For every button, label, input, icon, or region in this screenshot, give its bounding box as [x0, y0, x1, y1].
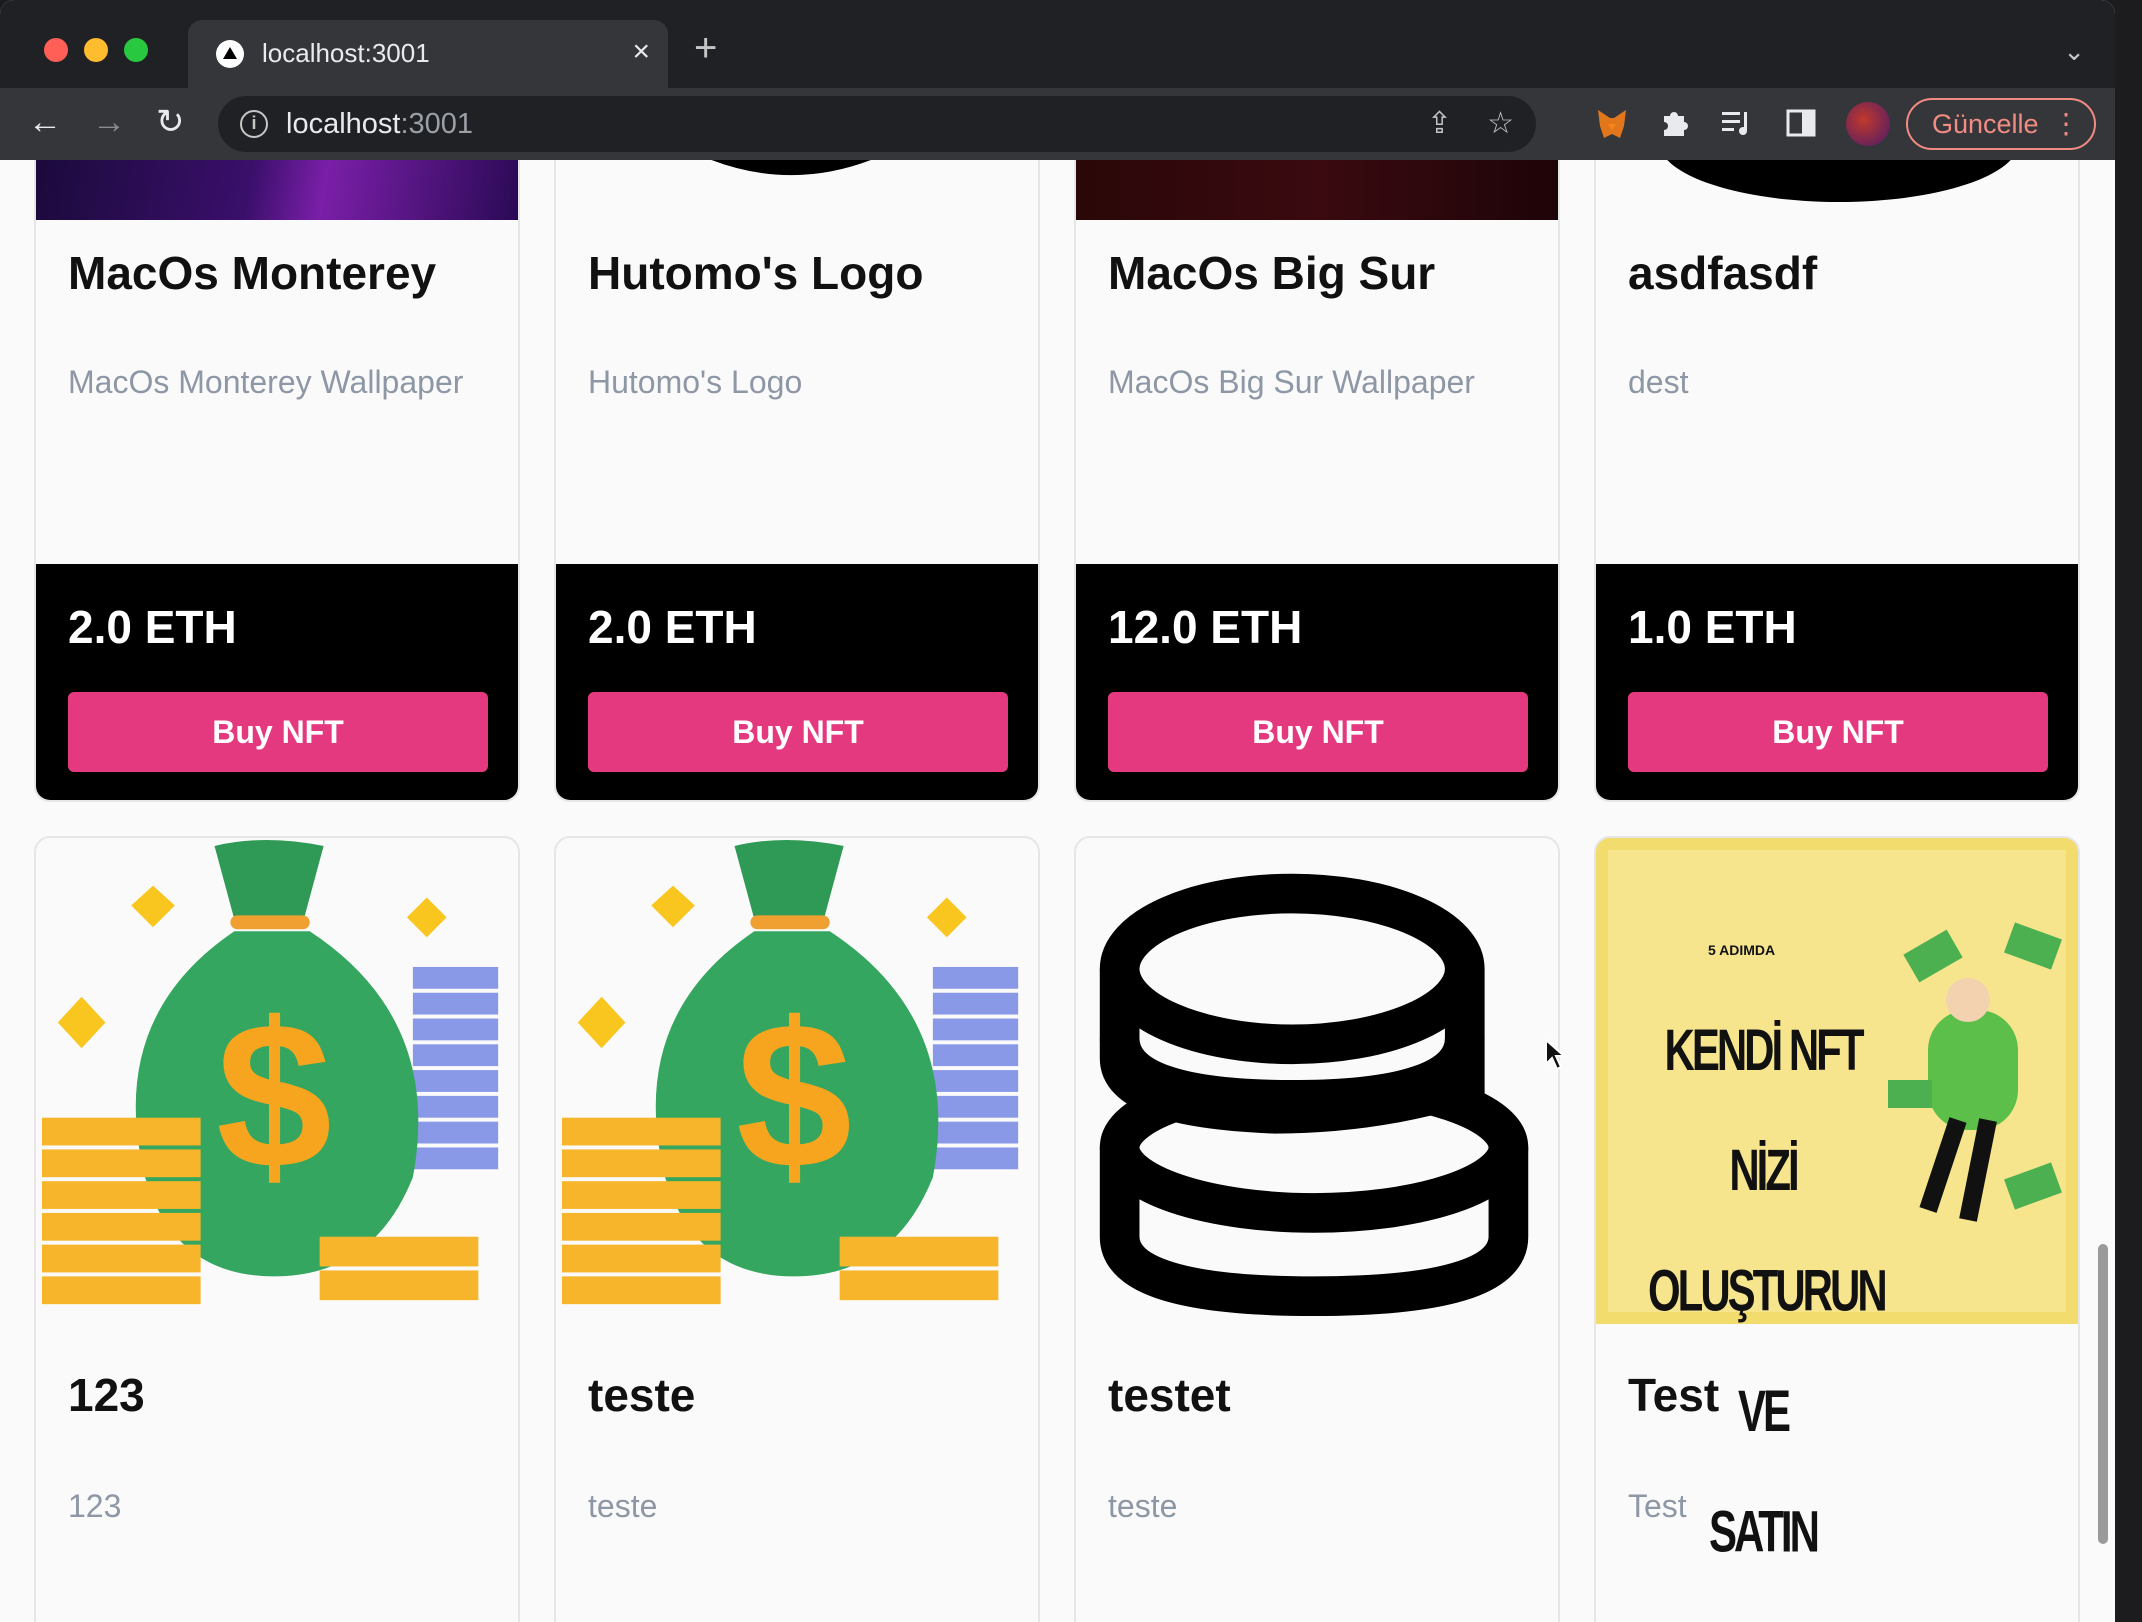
nft-card: testet teste [1074, 836, 1560, 1622]
vertical-scrollbar[interactable] [2098, 1244, 2108, 1544]
menu-dots-icon[interactable]: ⋮ [2052, 100, 2080, 148]
nft-name: Hutomo's Logo [588, 247, 924, 299]
nft-name: testet [1108, 1369, 1231, 1421]
nft-name: Test [1628, 1369, 1720, 1421]
nft-image [1667, 160, 2011, 202]
coins-stack-icon [1099, 873, 1529, 1317]
nft-card: MacOs Monterey MacOs Monterey Wallpaper … [34, 160, 520, 802]
nft-description: MacOs Monterey Wallpaper [68, 364, 464, 400]
nft-description: teste [1108, 1488, 1178, 1524]
window-controls [44, 38, 148, 62]
update-label: Güncelle [1932, 109, 2039, 139]
svg-text:$: $ [216, 979, 332, 1212]
nft-footer: 12.0 ETH Buy NFT [1076, 564, 1558, 800]
minimize-window-button[interactable] [84, 38, 108, 62]
browser-window: localhost:3001 × + ⌄ ← → ↻ i localhost:3… [0, 0, 2115, 1622]
url-host: localhost [286, 108, 401, 140]
profile-avatar[interactable] [1846, 102, 1890, 146]
address-bar[interactable]: i localhost:3001 ⇪ ☆ [218, 96, 1536, 152]
url-port: :3001 [400, 108, 474, 140]
nft-image: 5 ADIMDA KENDİ NFT NİZİ OLUŞTURUN VE SAT… [1596, 838, 2078, 1564]
page-viewport: MacOs Monterey MacOs Monterey Wallpaper … [0, 160, 2115, 1622]
money-bag-icon: $ [41, 840, 499, 1305]
nft-description: teste [588, 1488, 658, 1524]
close-icon[interactable]: × [632, 34, 650, 70]
nft-card: $ 123 123 [34, 836, 520, 1622]
share-icon[interactable]: ⇪ [1427, 106, 1452, 141]
buy-nft-button[interactable]: Buy NFT [588, 692, 1008, 772]
nft-description: 123 [68, 1488, 122, 1524]
nft-card: MacOs Big Sur MacOs Big Sur Wallpaper 12… [1074, 160, 1560, 802]
triangle-favicon-icon [216, 40, 244, 68]
reload-button[interactable]: ↻ [156, 102, 185, 142]
new-tab-button[interactable]: + [694, 28, 717, 68]
nft-description: Test [1628, 1488, 1687, 1524]
mouse-cursor-icon [1545, 1038, 1566, 1071]
nft-card: 5 ADIMDA KENDİ NFT NİZİ OLUŞTURUN VE SAT… [1594, 836, 2080, 1622]
nft-description: Hutomo's Logo [588, 364, 803, 400]
nft-image [711, 160, 871, 175]
chevron-down-icon[interactable]: ⌄ [2063, 36, 2085, 67]
nft-name: MacOs Big Sur [1108, 247, 1436, 299]
url-text: localhost:3001 [286, 108, 473, 141]
back-button[interactable]: ← [28, 102, 62, 142]
nft-name: teste [588, 1369, 696, 1421]
buy-nft-button[interactable]: Buy NFT [68, 692, 488, 772]
nft-name: MacOs Monterey [68, 247, 437, 299]
close-window-button[interactable] [44, 38, 68, 62]
nft-card: $ teste teste [554, 836, 1040, 1622]
browser-toolbar: ← → ↻ i localhost:3001 ⇪ ☆ Güncelle ⋮ [0, 88, 2115, 160]
nft-price: 2.0 ETH [588, 601, 757, 653]
svg-text:$: $ [736, 979, 852, 1212]
info-icon[interactable]: i [240, 110, 268, 138]
update-button[interactable]: Güncelle ⋮ [1906, 98, 2096, 150]
nft-name: asdfasdf [1628, 247, 1818, 299]
bookmark-star-icon[interactable]: ☆ [1487, 106, 1514, 141]
nft-footer: 2.0 ETH Buy NFT [36, 564, 518, 800]
nft-image [1076, 160, 1558, 220]
tab-active[interactable]: localhost:3001 × [188, 20, 668, 88]
person-with-cash-icon [1888, 922, 2062, 1222]
nft-name: 123 [68, 1369, 145, 1421]
image-line: OLUŞTURUN VE [1648, 1257, 1888, 1444]
image-line: KENDİ NFT NİZİ [1664, 1016, 1865, 1203]
nft-description: MacOs Big Sur Wallpaper [1108, 364, 1475, 400]
nft-card: asdfasdf dest 1.0 ETH Buy NFT [1594, 160, 2080, 802]
nft-image [36, 160, 518, 220]
tab-strip: localhost:3001 × + ⌄ [0, 0, 2115, 88]
buy-nft-button[interactable]: Buy NFT [1628, 692, 2048, 772]
forward-button[interactable]: → [92, 102, 126, 142]
media-queue-icon[interactable] [1720, 108, 1754, 140]
side-panel-icon[interactable] [1786, 108, 1816, 138]
nft-price: 1.0 ETH [1628, 601, 1797, 653]
metamask-fox-icon[interactable] [1594, 106, 1630, 142]
image-caption: 5 ADIMDA [1708, 942, 1776, 958]
nft-footer: 1.0 ETH Buy NFT [1596, 564, 2078, 800]
nft-price: 2.0 ETH [68, 601, 237, 653]
nft-price: 12.0 ETH [1108, 601, 1303, 653]
puzzle-extensions-icon[interactable] [1658, 106, 1692, 140]
maximize-window-button[interactable] [124, 38, 148, 62]
nft-footer: 2.0 ETH Buy NFT [556, 564, 1038, 800]
tab-title: localhost:3001 [262, 38, 430, 68]
nft-card: Hutomo's Logo Hutomo's Logo 2.0 ETH Buy … [554, 160, 1040, 802]
buy-nft-button[interactable]: Buy NFT [1108, 692, 1528, 772]
money-bag-icon: $ [561, 840, 1019, 1305]
nft-description: dest [1628, 364, 1689, 400]
